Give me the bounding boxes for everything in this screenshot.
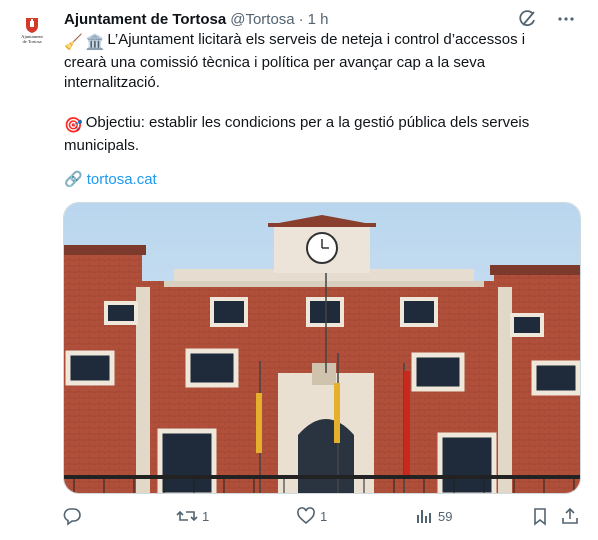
like-count: 1 (320, 508, 328, 524)
tweet-actions: 1 1 59 (60, 506, 582, 530)
retweet-button[interactable]: 1 (176, 506, 209, 526)
tweet-line-1: L’Ajuntament licitarà els serveis de net… (64, 31, 526, 91)
separator-dot: · (298, 10, 304, 28)
tweet-card[interactable]: Ajuntament de Tortosa Ajuntament de Tort… (0, 0, 598, 540)
account-handle[interactable]: @Tortosa (230, 11, 294, 28)
heart-icon (297, 507, 315, 525)
crest-logo-icon (26, 18, 38, 33)
target-icon: 🎯 (64, 117, 83, 134)
reply-button[interactable] (62, 506, 86, 526)
bookmark-button[interactable] (530, 506, 554, 526)
retweet-icon (176, 510, 198, 522)
tweet-line-2: Objectiu: establir les condicions per a … (64, 114, 530, 154)
header-actions (516, 7, 578, 31)
tweet-image[interactable] (63, 202, 581, 494)
link-line: 🔗 tortosa.cat (64, 170, 157, 190)
retweet-count: 1 (202, 508, 210, 524)
share-icon (562, 507, 578, 524)
town-hall-photo (64, 203, 580, 493)
tweet-text: 🧹 🏛️ L’Ajuntament licitarà els serveis de … (64, 30, 564, 176)
tweet-link[interactable]: tortosa.cat (87, 170, 157, 190)
classical-building-icon: 🏛️ (85, 34, 105, 51)
tweet-paragraph-2: 🎯 Objectiu: establir les condicions per a… (64, 113, 564, 156)
avatar[interactable]: Ajuntament de Tortosa (10, 10, 54, 54)
share-button[interactable] (560, 506, 584, 526)
timestamp[interactable]: 1 h (308, 11, 329, 28)
views-chart-icon (417, 510, 431, 523)
grok-icon[interactable] (516, 7, 540, 31)
views-count: 59 (438, 508, 453, 524)
more-icon[interactable] (554, 7, 578, 31)
avatar-logo-line-2: de Tortosa (22, 39, 42, 44)
reply-icon (63, 508, 81, 526)
account-name[interactable]: Ajuntament de Tortosa (64, 11, 226, 28)
bookmark-icon (534, 508, 546, 526)
views-button[interactable]: 59 (414, 506, 452, 526)
tweet-header: Ajuntament de Tortosa @Tortosa · 1 h (64, 9, 578, 29)
broom-icon: 🧹 (64, 34, 83, 51)
like-button[interactable]: 1 (296, 506, 327, 526)
link-icon: 🔗 (64, 171, 83, 188)
tweet-paragraph-1: 🧹 🏛️ L’Ajuntament licitarà els serveis de … (64, 30, 564, 93)
